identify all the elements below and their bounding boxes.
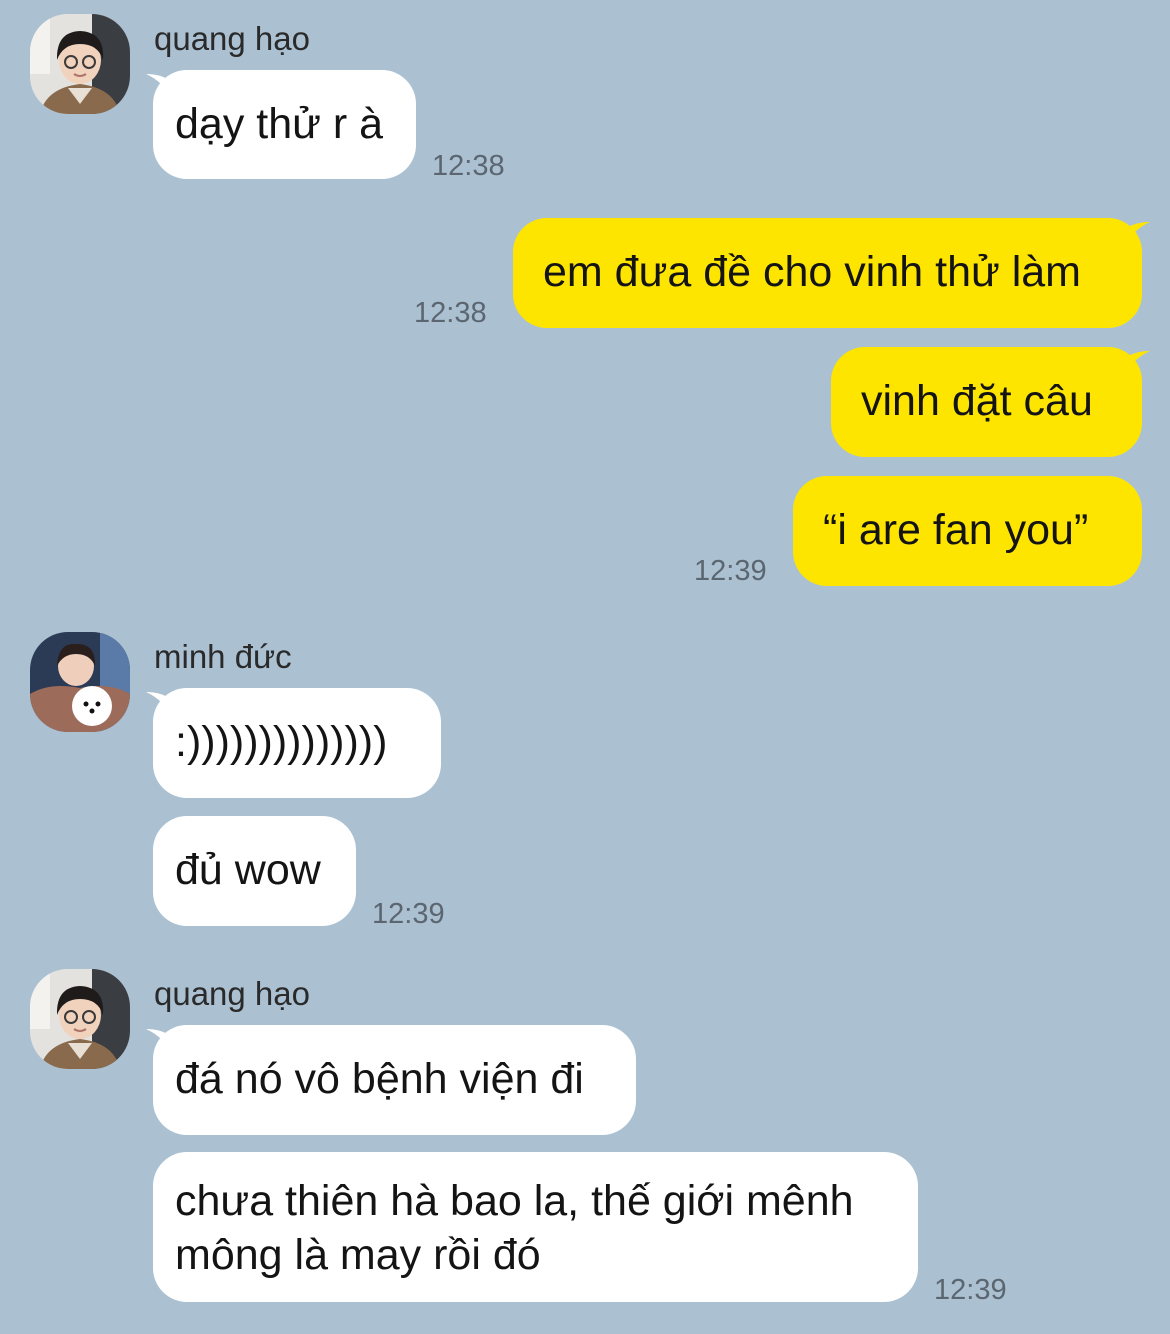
message-timestamp: 12:39 [372, 898, 445, 930]
message-text: chưa thiên hà bao la, thế giới mênh mông… [175, 1177, 854, 1279]
message-text: em đưa đề cho vinh thử làm [543, 248, 1082, 296]
message-text: vinh đặt câu [861, 377, 1093, 425]
message-timestamp: 12:39 [934, 1274, 1007, 1306]
message-bubble[interactable]: dạy thử r à [153, 70, 416, 179]
message-bubble[interactable]: vinh đặt câu [831, 347, 1142, 457]
avatar-quang-hao[interactable] [30, 969, 130, 1069]
message-bubble[interactable]: đá nó vô bệnh viện đi [153, 1025, 636, 1135]
message-timestamp: 12:38 [414, 297, 487, 329]
message-bubble[interactable]: “i are fan you” [793, 476, 1142, 586]
message-bubble[interactable]: chưa thiên hà bao la, thế giới mênh mông… [153, 1152, 918, 1302]
message-bubble[interactable]: đủ wow [153, 816, 356, 926]
message-text: :)))))))))))))) [175, 718, 388, 766]
sender-name: quang hạo [154, 975, 310, 1012]
message-bubble[interactable]: :)))))))))))))) [153, 688, 441, 798]
message-text: đủ wow [175, 846, 321, 894]
message-text: dạy thử r à [175, 100, 384, 148]
message-timestamp: 12:38 [432, 150, 505, 182]
sender-name: quang hạo [154, 20, 310, 57]
avatar-quang-hao[interactable] [30, 14, 130, 114]
avatar-minh-duc[interactable] [30, 632, 130, 732]
message-bubble[interactable]: em đưa đề cho vinh thử làm [513, 218, 1142, 328]
message-timestamp: 12:39 [694, 555, 767, 587]
message-text: “i are fan you” [823, 506, 1089, 554]
sender-name: minh đức [154, 638, 292, 675]
message-text: đá nó vô bệnh viện đi [175, 1055, 584, 1103]
